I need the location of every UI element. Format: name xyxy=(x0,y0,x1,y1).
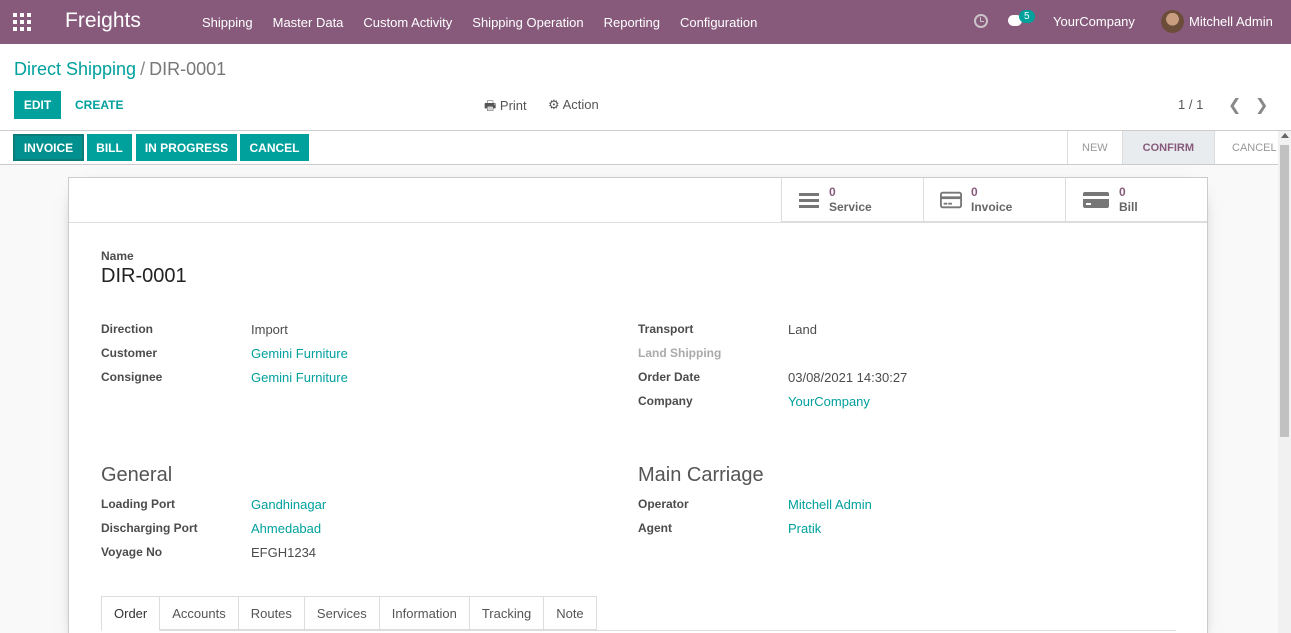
tab-services[interactable]: Services xyxy=(304,596,380,630)
action-label: Action xyxy=(562,97,599,112)
menu-item-custom-activity[interactable]: Custom Activity xyxy=(353,15,462,30)
invoice-smart-text: 0 Invoice xyxy=(971,185,1012,215)
direction-value: Import xyxy=(251,322,288,337)
user-avatar[interactable] xyxy=(1161,10,1184,33)
transport-label: Transport xyxy=(638,322,694,336)
invoice-smart-button[interactable]: 0 Invoice xyxy=(923,178,1065,222)
messages-count-badge: 5 xyxy=(1019,10,1035,23)
in-progress-button[interactable]: IN PROGRESS xyxy=(136,134,237,161)
print-label: Print xyxy=(499,98,527,113)
create-button[interactable]: CREATE xyxy=(68,91,130,119)
gear-icon: ⚙ xyxy=(548,97,560,112)
company-link[interactable]: YourCompany xyxy=(788,394,870,409)
menu-item-shipping[interactable]: Shipping xyxy=(192,15,263,30)
discharging-port-label: Discharging Port xyxy=(101,521,198,535)
bill-count: 0 xyxy=(1119,184,1126,199)
app-brand[interactable]: Freights xyxy=(65,9,141,33)
order-date-label: Order Date xyxy=(638,370,701,384)
form-sheet: 0 Service 0 Invoice 0 Bill Name DIR-0001… xyxy=(68,177,1208,633)
action-dropdown[interactable]: ⚙ Action xyxy=(548,97,599,113)
tab-accounts[interactable]: Accounts xyxy=(160,596,239,630)
credit-card-icon xyxy=(1083,191,1109,208)
direction-label: Direction xyxy=(101,322,154,336)
tab-note[interactable]: Note xyxy=(544,596,597,630)
land-shipping-label: Land Shipping xyxy=(638,346,722,360)
user-menu[interactable]: Mitchell Admin xyxy=(1189,14,1273,29)
tab-tracking[interactable]: Tracking xyxy=(469,596,545,630)
list-icon xyxy=(799,192,819,208)
cancel-button[interactable]: CANCEL xyxy=(240,134,309,161)
service-label: Service xyxy=(829,199,872,214)
activity-clock-icon[interactable] xyxy=(974,14,988,28)
top-navbar: Freights Shipping Master Data Custom Act… xyxy=(0,0,1291,44)
loading-port-label: Loading Port xyxy=(101,497,175,511)
service-smart-button[interactable]: 0 Service xyxy=(781,178,923,222)
print-icon: 🖶 xyxy=(484,98,497,113)
bill-smart-button[interactable]: 0 Bill xyxy=(1065,178,1207,222)
service-count: 0 xyxy=(829,184,836,199)
edit-button[interactable]: EDIT xyxy=(14,91,61,119)
transport-value: Land xyxy=(788,322,817,337)
invoice-button[interactable]: INVOICE xyxy=(13,134,84,161)
pager-next-icon[interactable]: ❯ xyxy=(1255,95,1268,115)
bill-smart-text: 0 Bill xyxy=(1119,185,1138,215)
page-scrollbar[interactable] xyxy=(1278,131,1291,633)
tab-information[interactable]: Information xyxy=(379,596,470,630)
notebook-tabs: Order Accounts Routes Services Informati… xyxy=(101,596,1176,631)
tab-routes[interactable]: Routes xyxy=(238,596,305,630)
customer-label: Customer xyxy=(101,346,158,360)
menu-item-reporting[interactable]: Reporting xyxy=(594,15,670,30)
bill-label: Bill xyxy=(1119,199,1138,214)
main-menu: Shipping Master Data Custom Activity Shi… xyxy=(192,0,767,44)
menu-item-configuration[interactable]: Configuration xyxy=(670,15,767,30)
agent-link[interactable]: Pratik xyxy=(788,521,821,536)
order-date-value: 03/08/2021 14:30:27 xyxy=(788,370,908,385)
stage-pipeline: NEW CONFIRM CANCEL xyxy=(1067,131,1291,164)
voyage-no-value: EFGH1234 xyxy=(251,545,317,560)
main-carriage-group-title: Main Carriage xyxy=(638,464,764,486)
consignee-label: Consignee xyxy=(101,370,163,384)
sheet-divider xyxy=(69,222,1207,223)
breadcrumb-current: DIR-0001 xyxy=(149,59,227,79)
print-dropdown[interactable]: 🖶 Print xyxy=(484,97,527,119)
pager-previous-icon[interactable]: ❮ xyxy=(1228,95,1241,115)
stage-new[interactable]: NEW xyxy=(1067,131,1122,164)
company-label: Company xyxy=(638,394,693,408)
bill-button[interactable]: BILL xyxy=(87,134,132,161)
loading-port-link[interactable]: Gandhinagar xyxy=(251,497,326,512)
control-panel: Direct Shipping / DIR-0001 EDIT CREATE 🖶 P… xyxy=(0,44,1291,131)
scroll-up-arrow-icon[interactable] xyxy=(1281,133,1289,138)
stage-confirm[interactable]: CONFIRM xyxy=(1121,131,1214,164)
breadcrumb-separator: / xyxy=(140,59,146,79)
pager-value[interactable]: 1 / 1 xyxy=(1178,97,1203,112)
breadcrumb-parent-link[interactable]: Direct Shipping xyxy=(14,59,136,79)
operator-link[interactable]: Mitchell Admin xyxy=(788,497,872,512)
menu-item-shipping-operation[interactable]: Shipping Operation xyxy=(462,15,593,30)
company-switcher[interactable]: YourCompany xyxy=(1053,14,1135,29)
form-statusbar: INVOICE BILL IN PROGRESS CANCEL NEW CONF… xyxy=(0,131,1278,165)
operator-label: Operator xyxy=(638,497,689,511)
scrollbar-thumb[interactable] xyxy=(1280,145,1289,437)
menu-item-master-data[interactable]: Master Data xyxy=(263,15,354,30)
smart-button-box: 0 Service 0 Invoice 0 Bill xyxy=(781,178,1207,222)
breadcrumb: Direct Shipping / DIR-0001 xyxy=(14,59,226,80)
tab-order[interactable]: Order xyxy=(101,596,161,631)
general-group-title: General xyxy=(101,464,173,486)
discharging-port-link[interactable]: Ahmedabad xyxy=(251,521,321,536)
name-label: Name xyxy=(101,249,134,263)
customer-link[interactable]: Gemini Furniture xyxy=(251,346,348,361)
apps-menu-icon[interactable] xyxy=(13,13,31,31)
credit-card-icon xyxy=(940,191,962,208)
invoice-label: Invoice xyxy=(971,199,1013,214)
consignee-link[interactable]: Gemini Furniture xyxy=(251,370,348,385)
invoice-count: 0 xyxy=(971,184,978,199)
voyage-no-label: Voyage No xyxy=(101,545,163,559)
record-name: DIR-0001 xyxy=(101,265,187,287)
service-smart-text: 0 Service xyxy=(829,185,872,215)
agent-label: Agent xyxy=(638,521,672,535)
